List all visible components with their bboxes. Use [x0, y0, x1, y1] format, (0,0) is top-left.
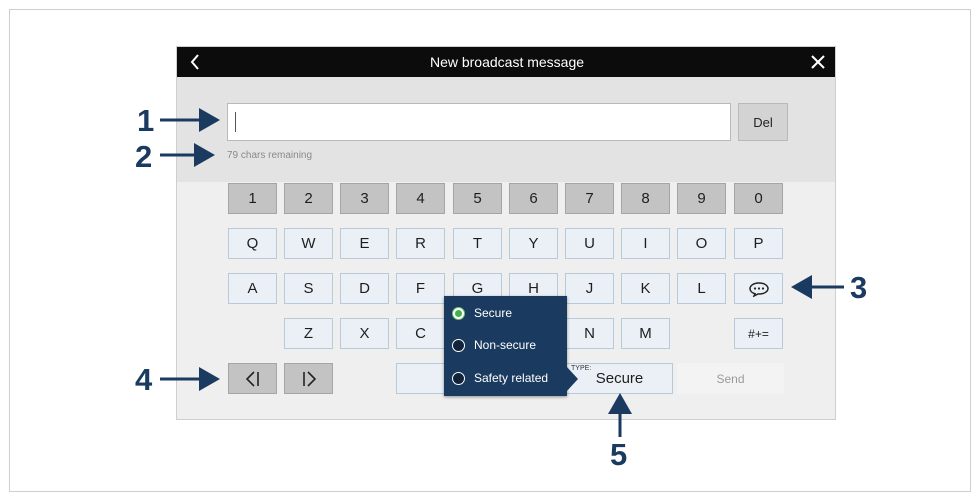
callout-arrows [160, 108, 844, 437]
callout-number-5: 5 [610, 437, 628, 472]
callout-number-1: 1 [137, 103, 155, 138]
callout-number-2: 2 [135, 139, 153, 174]
callout-number-3: 3 [850, 270, 868, 305]
callout-number-4: 4 [135, 362, 153, 397]
